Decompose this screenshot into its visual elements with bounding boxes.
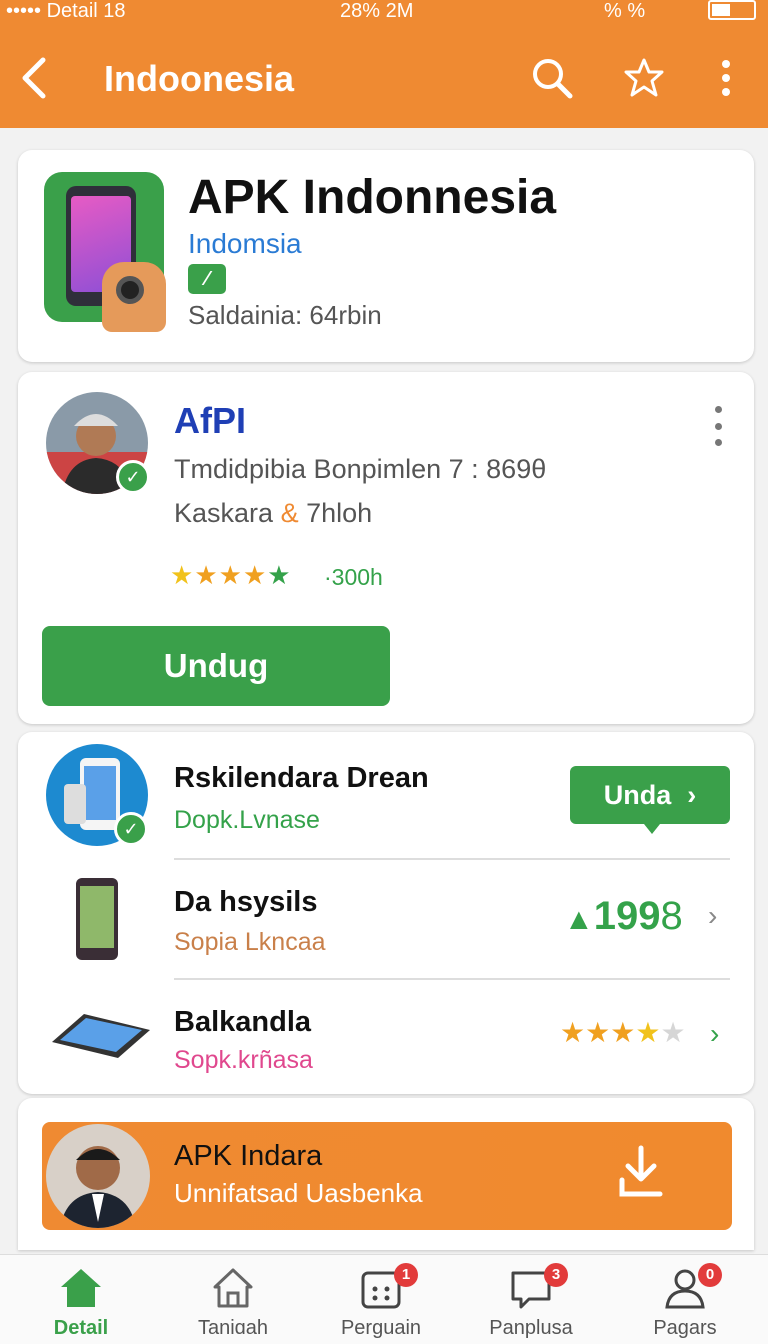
bottom-nav: Detail Taniɑah 1 Perguain 3 Panplusa 0 P… [0,1254,768,1344]
notification-badge: 1 [394,1263,418,1287]
nav-item-pagars[interactable]: 0 Pagars [610,1255,760,1344]
notification-badge: 3 [544,1263,568,1287]
back-button[interactable] [10,54,58,102]
battery-icon [708,0,756,20]
more-button[interactable] [702,54,750,102]
install-button[interactable]: Unda › [570,766,730,834]
promo-avatar [46,1124,150,1228]
developer-tags: Kaskara & 7hloh [174,498,373,528]
page-title: Indoonesia [104,58,295,99]
developer-info: Tmdidpibia Bonpimlen 7 : 869θ [174,454,547,484]
list-item-subtitle: Sopk.krñasa [174,1046,313,1074]
promo-subtitle: Unnifatsad Uasbenka [174,1178,423,1208]
app-badge: ⁄ [188,264,226,294]
app-title: APK Indonnesia [188,171,557,224]
app-category[interactable]: Indomsia [188,228,302,260]
chevron-right-icon[interactable]: › [710,1018,719,1050]
notification-badge: 0 [698,1263,722,1287]
list-item-title: Balkandla [174,1006,311,1038]
nav-item-detail[interactable]: Detail [6,1255,156,1344]
more-vertical-icon [722,60,730,96]
promo-card: APK Indara Unnifatsad Uasbenka [18,1098,754,1250]
search-icon [533,59,573,99]
app-header-card: APK Indonnesia Indomsia ⁄ Saldainia: 64r… [18,150,754,362]
nav-item-perguain[interactable]: 1 Perguain [306,1255,456,1344]
chevron-right-icon: › [687,779,697,810]
verified-check-icon: ✓ [116,460,150,494]
phone-thumbnail [76,878,118,960]
house-outline-icon [213,1268,253,1308]
list-item-subtitle: Dopk.Lvnase [174,806,320,834]
tablet-thumbnail [52,1014,150,1058]
back-arrow-icon [22,57,46,99]
list-item-title: Da hsysils [174,886,318,918]
app-icon [44,172,166,332]
developer-name[interactable]: AfPI [174,400,246,442]
search-button[interactable] [528,54,576,102]
rating-stars: ★★★★★ [560,1017,686,1048]
home-icon [61,1269,101,1307]
list-item-subtitle: Sopia Lkncaa [174,928,326,956]
star-icon [624,58,664,97]
divider [174,978,730,980]
divider [174,858,730,860]
nav-item-tanah[interactable]: Taniɑah [158,1255,308,1344]
promo-title: APK Indara [174,1140,323,1172]
status-carrier: ••••• Detail 18 [6,0,126,22]
more-options-icon[interactable] [708,406,728,446]
status-battery-text: % % [604,0,646,22]
rating-count: ·300h [324,564,383,590]
status-bar: ••••• Detail 18 28% 2M % % [0,0,768,22]
developer-card: ✓ AfPI Tmdidpibia Bonpimlen 7 : 869θ Kas… [18,372,754,724]
app-bar: ••••• Detail 18 28% 2M % % Indoonesia [0,0,768,128]
bottle-icon: ▲ [564,903,594,936]
chevron-right-icon[interactable]: › [708,900,717,932]
app-size: Saldainia: 64rbin [188,300,382,330]
download-icon[interactable] [618,1144,664,1200]
favorite-button[interactable] [620,54,668,102]
list-item-title: Rskilendara Drean [174,762,429,794]
status-time: 28% 2M [340,0,414,22]
download-count: ▲1998 [564,894,683,938]
rating-stars: ★★★★★ [170,560,292,590]
download-button[interactable]: Unduɡ [42,626,390,706]
verified-check-icon: ✓ [114,812,148,846]
nav-item-panplusa[interactable]: 3 Panplusa [456,1255,606,1344]
related-apps-card: ✓ Rskilendara Drean Dopk.Lvnase Unda › Da… [18,732,754,1094]
